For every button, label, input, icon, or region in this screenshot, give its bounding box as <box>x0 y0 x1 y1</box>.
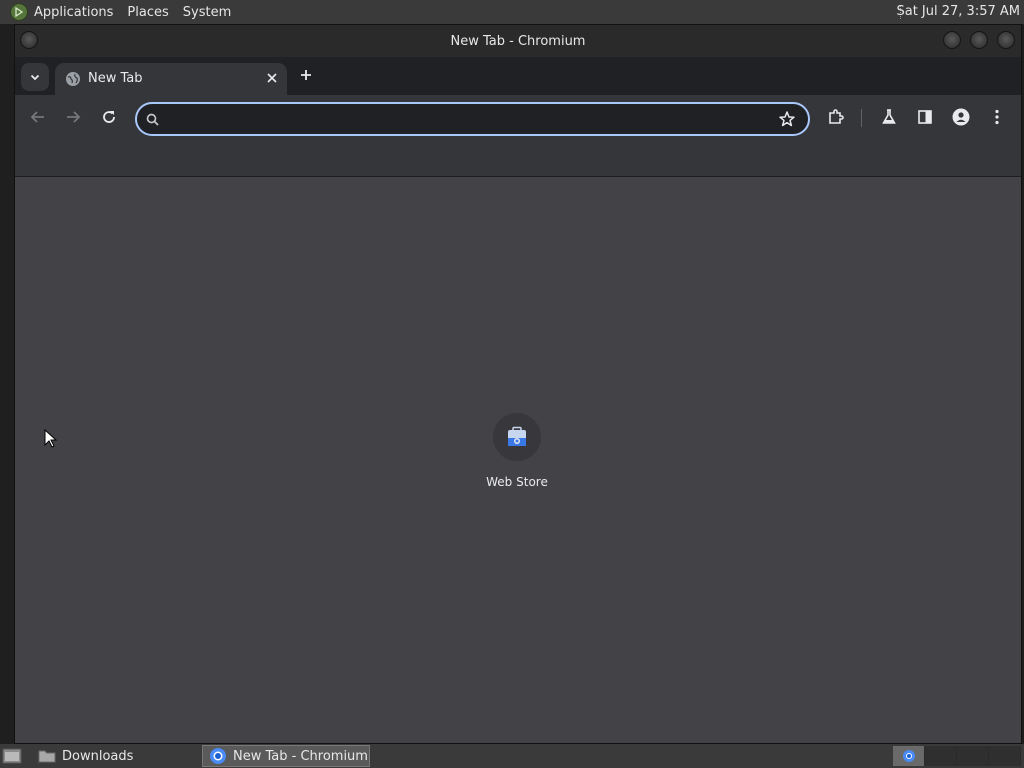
shortcut-label: Web Store <box>486 475 548 489</box>
workspace-1[interactable] <box>893 746 925 766</box>
toolbar-divider <box>861 109 862 127</box>
menu-applications[interactable]: Applications <box>34 5 113 20</box>
tab-search-button[interactable] <box>21 63 49 91</box>
taskbar-item-downloads[interactable]: Downloads <box>32 745 200 767</box>
bookmark-star-icon[interactable] <box>778 110 796 128</box>
panel-clock[interactable]: Sat Jul 27, 3:57 AM <box>896 4 1020 19</box>
workspace-3[interactable] <box>957 746 989 766</box>
show-desktop-icon[interactable] <box>2 747 22 765</box>
tab-title: New Tab <box>88 71 143 86</box>
tab-new-tab[interactable]: New Tab <box>55 63 287 95</box>
chevron-down-icon <box>30 74 40 81</box>
close-icon[interactable] <box>265 71 279 85</box>
workspace-2[interactable] <box>925 746 957 766</box>
address-bar[interactable] <box>135 102 810 136</box>
chromium-icon <box>902 750 915 762</box>
reload-icon[interactable] <box>100 108 118 126</box>
taskbar-item-chromium[interactable]: New Tab - Chromium <box>202 745 370 767</box>
maximize-button[interactable] <box>970 31 988 49</box>
folder-icon <box>38 750 56 763</box>
back-icon[interactable] <box>29 108 47 126</box>
window-title: New Tab - Chromium <box>450 34 586 49</box>
menu-icon[interactable] <box>988 108 1006 126</box>
extensions-icon[interactable] <box>827 108 845 126</box>
window-titlebar[interactable]: New Tab - Chromium <box>15 25 1021 57</box>
shortcut-tile[interactable] <box>493 413 541 461</box>
mouse-cursor-icon <box>44 429 58 448</box>
globe-icon <box>66 72 80 86</box>
top-panel: Applications Places System Sat Jul 27, 3… <box>0 0 1024 24</box>
bookmarks-bar <box>15 141 1021 177</box>
workspace-4[interactable] <box>989 746 1021 766</box>
minimize-button[interactable] <box>943 31 961 49</box>
close-window-button[interactable] <box>997 31 1015 49</box>
omnibox-input[interactable] <box>169 108 769 130</box>
new-tab-plus-icon[interactable] <box>298 67 314 83</box>
browser-toolbar <box>15 95 1021 141</box>
search-icon <box>146 113 159 126</box>
bottom-taskbar: Downloads New Tab - Chromium <box>0 744 1024 768</box>
desktop-left-edge <box>0 24 14 744</box>
shortcut-web-store[interactable]: Web Store <box>477 413 557 489</box>
side-panel-icon[interactable] <box>916 108 934 126</box>
chromium-icon <box>210 748 226 764</box>
taskbar-item-label: Downloads <box>62 748 134 764</box>
profile-icon[interactable] <box>952 108 970 126</box>
browser-window: New Tab - Chromium New Tab Web Store <box>14 24 1022 744</box>
tab-strip: New Tab <box>15 57 1021 95</box>
distro-logo-icon[interactable] <box>10 3 28 21</box>
labs-flask-icon[interactable] <box>880 108 898 126</box>
web-store-icon <box>508 426 526 446</box>
workspace-switcher[interactable] <box>893 746 1023 766</box>
menu-places[interactable]: Places <box>127 5 168 20</box>
taskbar-item-label: New Tab - Chromium <box>233 748 368 764</box>
forward-icon[interactable] <box>64 108 82 126</box>
new-tab-page: Web Store <box>15 177 1021 743</box>
menu-system[interactable]: System <box>183 5 231 20</box>
